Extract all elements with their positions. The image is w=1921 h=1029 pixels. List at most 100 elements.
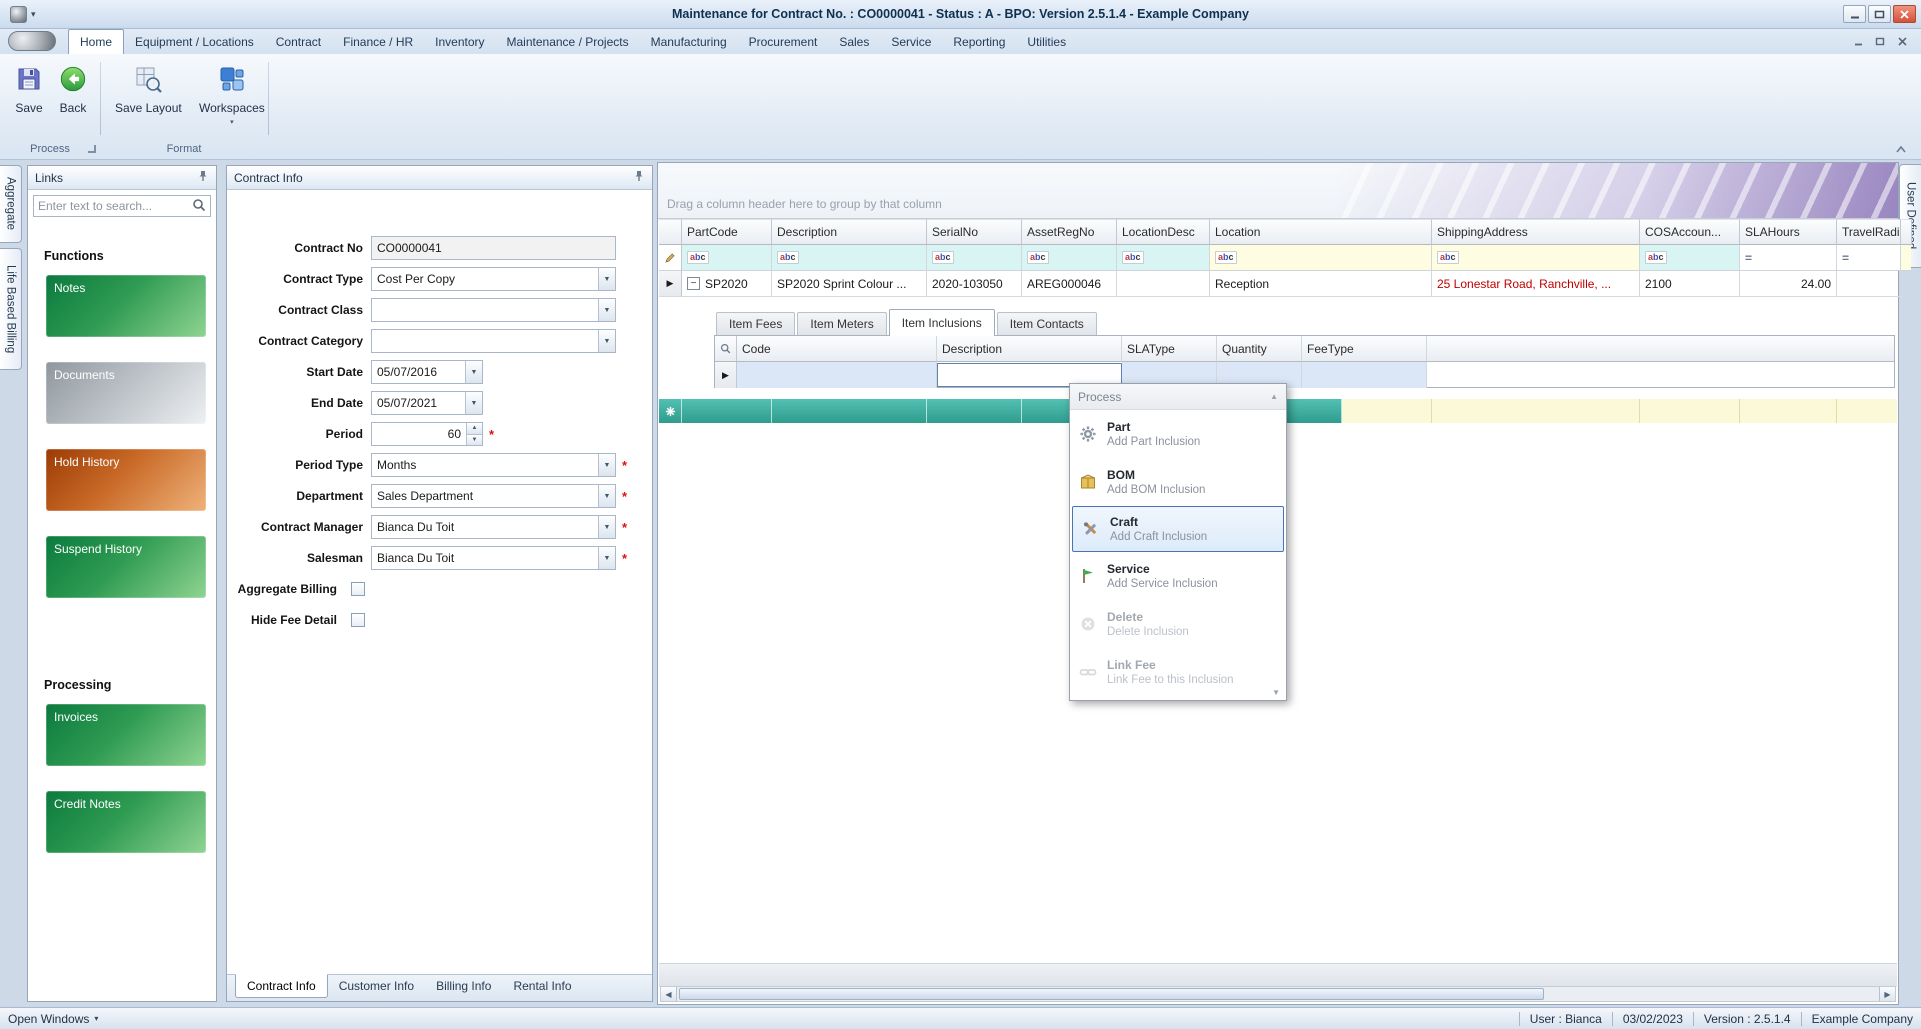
cell-assetregno[interactable]: AREG000046 [1022,271,1117,297]
grid-data-row[interactable]: ▶ − SP2020 SP2020 Sprint Colour ... 2020-… [659,271,1911,297]
cell-serialno[interactable]: 2020-103050 [927,271,1022,297]
horizontal-scrollbar[interactable]: ◀ ▶ [660,986,1896,1002]
column-header-travelradius[interactable]: TravelRadiu... [1837,219,1901,245]
maximize-button[interactable] [1868,5,1891,23]
documents-button[interactable]: Documents [46,362,206,424]
dropdown-icon[interactable]: ▼ [598,299,615,321]
filter-cell-location[interactable]: abc [1210,245,1432,271]
filter-cell-travelradius[interactable]: = [1837,245,1901,271]
close-button[interactable] [1893,5,1916,23]
new-item-cell[interactable] [1342,399,1432,423]
spin-down-icon[interactable]: ▼ [467,433,482,445]
menu-scroll-up-icon[interactable]: ▲ [1270,392,1278,401]
column-header-slahours[interactable]: SLAHours [1740,219,1837,245]
minimize-button[interactable] [1843,5,1866,23]
filter-cell-description[interactable]: abc [772,245,927,271]
menu-scroll-down-icon[interactable]: ▼ [1272,688,1280,697]
app-icon[interactable] [10,5,27,23]
column-header-location[interactable]: Location [1210,219,1432,245]
tab-rental-info[interactable]: Rental Info [502,975,582,997]
column-header-assetregno[interactable]: AssetRegNo [1022,219,1117,245]
new-item-cell[interactable] [1640,399,1740,423]
cell-slahours[interactable]: 24.00 [1740,271,1837,297]
open-windows-button[interactable]: Open Windows ▾ [8,1012,98,1026]
dropdown-icon[interactable]: ▼ [465,392,482,414]
ribbon-tab-reporting[interactable]: Reporting [942,29,1016,54]
dropdown-icon[interactable]: ▼ [465,361,482,383]
filter-cell-serialno[interactable]: abc [927,245,1022,271]
ribbon-tab-maintenance-projects[interactable]: Maintenance / Projects [496,29,640,54]
filter-cell-shippingaddress[interactable]: abc [1432,245,1640,271]
new-cell-code[interactable] [737,362,937,388]
group-by-panel[interactable]: Drag a column header here to group by th… [658,163,1898,219]
filter-cell-cosaccount[interactable]: abc [1640,245,1740,271]
new-item-cell[interactable] [772,399,927,423]
column-header-slatype[interactable]: SLAType [1122,336,1217,362]
hide-fee-detail-checkbox[interactable] [351,613,365,627]
dropdown-icon[interactable]: ▼ [598,330,615,352]
new-item-cell[interactable] [682,399,772,423]
spin-up-icon[interactable]: ▲ [467,423,482,434]
collapse-detail-icon[interactable]: − [687,277,700,290]
column-header-code[interactable]: Code [737,336,937,362]
back-button[interactable]: Back [52,60,94,120]
ribbon-tab-utilities[interactable]: Utilities [1016,29,1077,54]
notes-button[interactable]: Notes [46,275,206,337]
column-header-serialno[interactable]: SerialNo [927,219,1022,245]
invoices-button[interactable]: Invoices [46,704,206,766]
dropdown-icon[interactable]: ▼ [598,268,615,290]
ribbon-tab-manufacturing[interactable]: Manufacturing [640,29,738,54]
suspend-history-button[interactable]: Suspend History [46,536,206,598]
filter-cell-partcode[interactable]: abc [682,245,772,271]
new-item-cell[interactable] [1740,399,1837,423]
hold-history-button[interactable]: Hold History [46,449,206,511]
column-header-locationdesc[interactable]: LocationDesc [1117,219,1210,245]
period-input[interactable]: 60 ▲ ▼ [371,422,483,446]
mdi-minimize-icon[interactable] [1849,34,1867,49]
contract-type-select[interactable]: Cost Per Copy ▼ [371,267,616,291]
credit-notes-button[interactable]: Credit Notes [46,791,206,853]
tab-item-inclusions[interactable]: Item Inclusions [888,309,995,336]
dropdown-icon[interactable]: ▼ [598,485,615,507]
ribbon-tab-home[interactable]: Home [68,29,125,54]
new-item-cell[interactable] [1432,399,1640,423]
new-item-cell[interactable] [927,399,1022,423]
cell-travelradius[interactable] [1837,271,1901,297]
dropdown-icon[interactable]: ▼ [598,454,615,476]
workspaces-button[interactable]: Workspaces ▾ [192,60,272,131]
save-button[interactable]: Save [8,60,50,120]
tab-customer-info[interactable]: Customer Info [328,975,425,997]
column-header-cosaccount[interactable]: COSAccoun... [1640,219,1740,245]
column-header-description[interactable]: Description [772,219,927,245]
dropdown-icon[interactable]: ▼ [598,516,615,538]
new-cell-feetype[interactable] [1302,362,1427,388]
menu-item-part[interactable]: Part Add Part Inclusion [1070,410,1286,458]
column-header-shippingaddress[interactable]: ShippingAddress [1432,219,1640,245]
cell-shippingaddress[interactable]: 25 Lonestar Road, Ranchville, ... [1432,271,1640,297]
workspaces-dropdown-icon[interactable]: ▾ [230,118,234,126]
ribbon-tab-procurement[interactable]: Procurement [738,29,829,54]
ribbon-tab-service[interactable]: Service [880,29,942,54]
filter-cell-assetregno[interactable]: abc [1022,245,1117,271]
scroll-left-icon[interactable]: ◀ [661,987,677,1001]
pin-icon[interactable] [633,170,645,185]
dropdown-icon[interactable]: ▼ [598,547,615,569]
tab-item-fees[interactable]: Item Fees [716,312,796,335]
mdi-restore-icon[interactable] [1871,34,1889,49]
ribbon-tab-sales[interactable]: Sales [828,29,880,54]
side-tab-aggregate[interactable]: Aggregate [0,165,22,243]
mdi-close-icon[interactable] [1893,34,1911,49]
menu-item-craft[interactable]: Craft Add Craft Inclusion [1072,506,1284,552]
menu-item-service[interactable]: Service Add Service Inclusion [1070,552,1286,600]
quick-access-dropdown-icon[interactable]: ▾ [31,9,36,20]
start-date-picker[interactable]: 05/07/2016 ▼ [371,360,483,384]
filter-cell-locationdesc[interactable]: abc [1117,245,1210,271]
tab-billing-info[interactable]: Billing Info [425,975,502,997]
scrollbar-thumb[interactable] [679,988,1545,1000]
contract-manager-select[interactable]: Bianca Du Toit ▼ [371,515,616,539]
cell-description[interactable]: SP2020 Sprint Colour ... [772,271,927,297]
scroll-right-icon[interactable]: ▶ [1879,987,1895,1001]
contract-category-select[interactable]: ▼ [371,329,616,353]
scrollbar-track[interactable] [677,987,1879,1001]
search-input[interactable] [38,199,192,213]
